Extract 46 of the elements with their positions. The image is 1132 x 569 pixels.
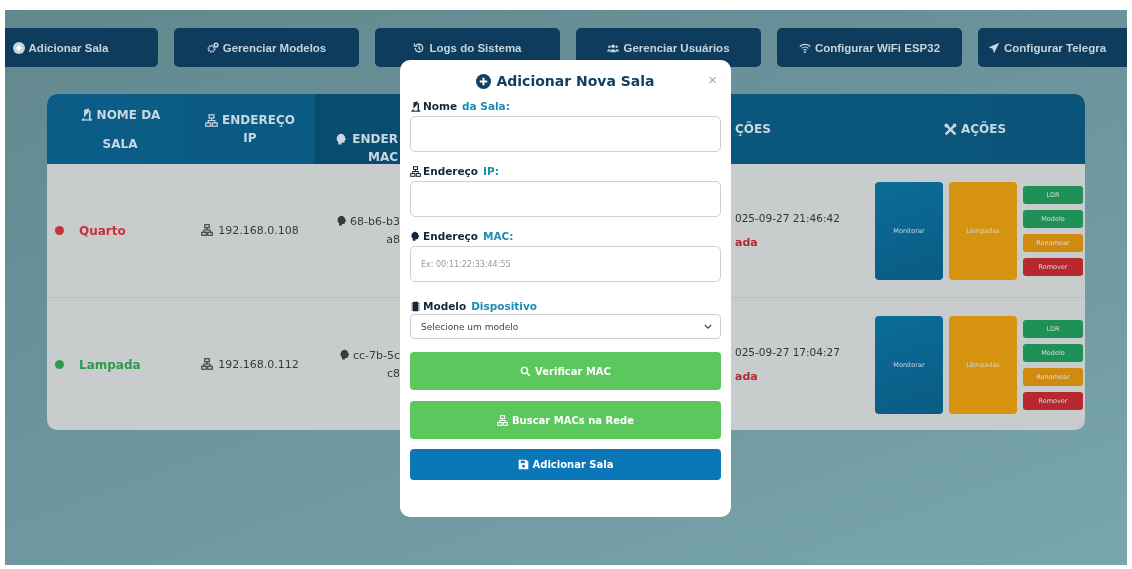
plus-circle-icon (12, 41, 25, 54)
memory-chip-icon (410, 300, 421, 312)
column-header: ENDER MAC (315, 94, 400, 164)
plus-circle-icon (476, 73, 492, 89)
status-text: ada (735, 370, 758, 383)
send-icon (988, 41, 1000, 54)
toolbar-button[interactable]: Adicionar Sala (5, 28, 158, 67)
room-name: Lampada (79, 357, 141, 372)
column-header: ÇÕES (734, 120, 772, 138)
mac-address: 68-b6-b3 a8 (336, 212, 400, 249)
wifi-icon (798, 41, 811, 54)
input-field[interactable] (410, 116, 721, 152)
timestamp: 025-09-27 21:46:42 (735, 212, 840, 224)
ip-address: 192.168.0.108 (201, 224, 299, 237)
timestamp: 025-09-27 17:04:27 (735, 346, 840, 358)
field-label: Endereço IP: (410, 165, 721, 177)
column-header: NOME DA SALA (47, 94, 185, 164)
network-icon (201, 224, 214, 236)
network-icon (410, 165, 421, 177)
dialog-button[interactable]: Adicionar Sala (410, 449, 721, 480)
input-field[interactable]: Ex: 00:11:22:33:44:55 (410, 246, 721, 282)
gears-icon (206, 41, 219, 54)
field-label: Modelo Dispositivo (410, 300, 721, 312)
door-icon (79, 108, 93, 121)
dropdown[interactable]: Selecione um modelo (410, 314, 721, 339)
status-text: ada (735, 236, 758, 249)
toolbar-button[interactable]: Configurar Telegra (978, 28, 1127, 67)
tools-icon (943, 122, 957, 136)
dialog-title: Adicionar Nova Sala (476, 73, 655, 89)
close-button[interactable]: × (704, 72, 721, 87)
mac-address: cc-7b-5c c8 (338, 346, 400, 383)
column-header: AÇÕES (865, 94, 1085, 164)
network-icon (205, 113, 219, 127)
room-name: Quarto (79, 223, 126, 238)
history-icon (413, 41, 426, 54)
network-icon (201, 358, 214, 370)
toolbar-button[interactable]: Configurar WiFi ESP32 (777, 28, 962, 67)
field-label: Endereço MAC: (410, 230, 721, 242)
door-icon (410, 100, 421, 112)
chevron-down-icon (704, 324, 712, 329)
search-icon (520, 365, 532, 377)
toolbar-button[interactable]: Gerenciar Modelos (174, 28, 359, 67)
field-label: Nome da Sala: (410, 100, 721, 112)
ip-address: 192.168.0.112 (201, 358, 299, 371)
input-field[interactable] (410, 181, 721, 217)
network-icon (497, 414, 508, 426)
